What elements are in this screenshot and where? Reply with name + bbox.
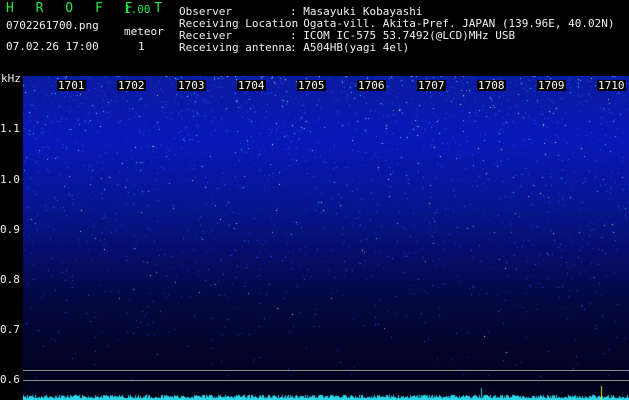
y-tick-label: 1.1 — [0, 122, 20, 135]
x-tick-label: 1703 — [177, 79, 206, 92]
meteor-count: 1 — [138, 40, 145, 53]
spectrogram-canvas — [23, 76, 629, 400]
x-tick-label: 1701 — [57, 79, 86, 92]
y-axis-unit: kHz — [1, 72, 21, 85]
antenna-label: Receiving antenna — [179, 41, 292, 54]
reference-line — [23, 380, 629, 381]
y-tick-label: 0.9 — [0, 223, 20, 236]
x-tick-label: 1702 — [117, 79, 146, 92]
y-tick-label: 0.8 — [0, 273, 20, 286]
x-tick-label: 1707 — [417, 79, 446, 92]
datetime-label: 07.02.26 17:00 — [6, 40, 99, 53]
x-tick-label: 1704 — [237, 79, 266, 92]
x-tick-label: 1709 — [537, 79, 566, 92]
y-tick-label: 0.7 — [0, 323, 20, 336]
reference-line — [23, 370, 629, 371]
filename-label: 0702261700.png — [6, 19, 99, 32]
x-tick-label: 1705 — [297, 79, 326, 92]
antenna-value: : A504HB(yagi 4el) — [290, 41, 410, 54]
version-label: 1.00 — [124, 3, 151, 16]
x-tick-label: 1708 — [477, 79, 506, 92]
x-tick-label: 1706 — [357, 79, 386, 92]
x-tick-label: 1710 — [597, 79, 626, 92]
meteor-label: meteor — [124, 25, 164, 38]
y-tick-label: 0.6 — [0, 373, 20, 386]
y-tick-label: 1.0 — [0, 173, 20, 186]
